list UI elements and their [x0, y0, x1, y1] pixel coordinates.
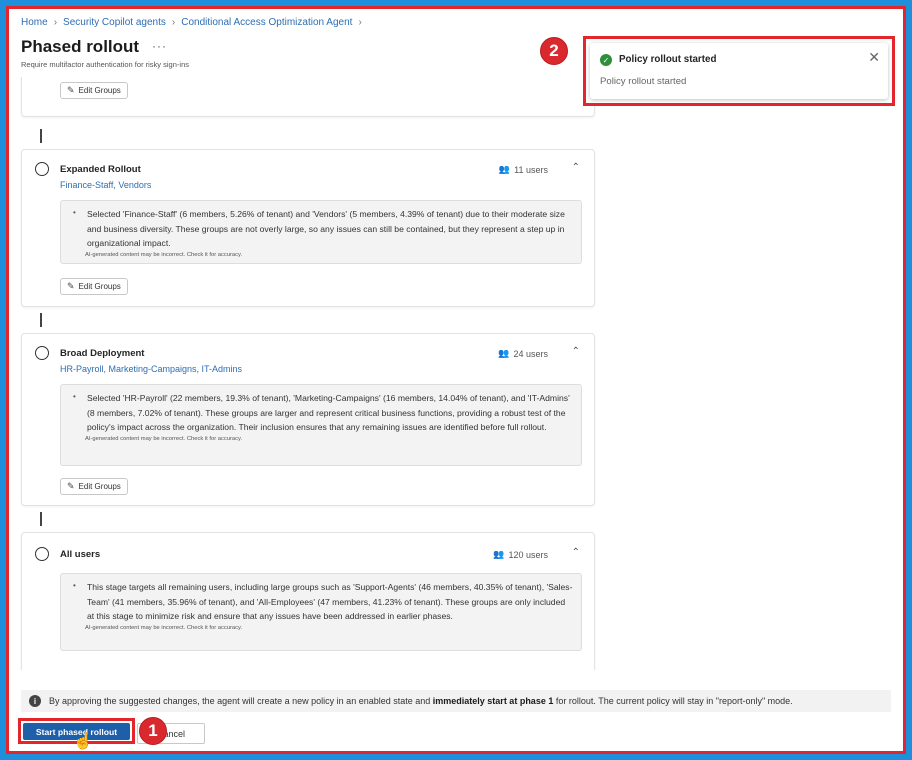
- stage-reasoning-text: Selected 'Finance-Staff' (6 members, 5.2…: [87, 209, 565, 249]
- people-icon: 👥: [498, 348, 510, 358]
- stage-user-count: 👥 24 users: [498, 348, 548, 359]
- stage-radio[interactable]: [35, 547, 49, 561]
- info-icon: i: [29, 695, 41, 707]
- bullet-icon: •: [73, 208, 76, 217]
- pencil-icon: ✎: [67, 481, 75, 491]
- edit-groups-label: Edit Groups: [78, 86, 121, 95]
- chevron-up-icon[interactable]: ⌃: [572, 162, 580, 173]
- stage-users-label: 11 users: [514, 164, 548, 175]
- stage-radio[interactable]: [35, 162, 49, 176]
- breadcrumb-ca-optimization-agent[interactable]: Conditional Access Optimization Agent: [181, 17, 352, 28]
- toast-message: Policy rollout started: [600, 76, 687, 87]
- breadcrumb-security-copilot-agents[interactable]: Security Copilot agents: [63, 17, 166, 28]
- hand-cursor-icon: ☝: [73, 733, 93, 750]
- pencil-icon: ✎: [67, 85, 75, 95]
- edit-groups-label: Edit Groups: [78, 282, 121, 291]
- chevron-up-icon[interactable]: ⌃: [572, 547, 580, 558]
- edit-groups-button[interactable]: ✎ Edit Groups: [60, 82, 128, 99]
- page-subtitle: Require multifactor authentication for r…: [21, 60, 189, 69]
- callout-badge-1: 1: [139, 717, 167, 745]
- notice-text-after: for rollout. The current policy will sta…: [555, 696, 793, 706]
- toast-highlight: ✓ Policy rollout started Policy rollout …: [583, 36, 895, 106]
- stage-user-count: 👥 11 users: [499, 164, 548, 175]
- bullet-icon: •: [73, 392, 76, 401]
- stage-title: Broad Deployment: [60, 348, 145, 359]
- stage-groups[interactable]: HR-Payroll, Marketing-Campaigns, IT-Admi…: [60, 364, 242, 374]
- pencil-icon: ✎: [67, 281, 75, 291]
- stage-groups[interactable]: Finance-Staff, Vendors: [60, 180, 151, 190]
- stages-list[interactable]: ✎ Edit Groups Expanded Rollout Finance-S…: [9, 77, 609, 670]
- edit-groups-button[interactable]: ✎ Edit Groups: [60, 278, 128, 295]
- chevron-up-icon[interactable]: ⌃: [572, 346, 580, 357]
- notice-text: By approving the suggested changes, the …: [49, 696, 793, 706]
- stage-connector: [40, 512, 42, 526]
- breadcrumb: Home › Security Copilot agents › Conditi…: [21, 17, 362, 28]
- stage-user-count: 👥 120 users: [493, 549, 548, 560]
- edit-groups-label: Edit Groups: [78, 482, 121, 491]
- people-icon: 👥: [493, 549, 505, 559]
- breadcrumb-separator: ›: [171, 17, 176, 28]
- ai-disclaimer: AI-generated content may be incorrect. C…: [85, 624, 243, 631]
- edit-groups-button[interactable]: ✎ Edit Groups: [60, 478, 128, 495]
- people-icon: 👥: [498, 164, 511, 174]
- stage-card-broad-deployment: Broad Deployment HR-Payroll, Marketing-C…: [21, 333, 595, 506]
- more-options-icon[interactable]: ···: [152, 39, 167, 53]
- notice-text-before: By approving the suggested changes, the …: [49, 696, 431, 706]
- stage-users-label: 24 users: [513, 348, 548, 359]
- stage-card-expanded-rollout: Expanded Rollout Finance-Staff, Vendors …: [21, 149, 595, 307]
- breadcrumb-separator: ›: [358, 17, 362, 28]
- breadcrumb-separator: ›: [53, 17, 58, 28]
- stage-title: All users: [60, 549, 101, 560]
- stage-reasoning: • This stage targets all remaining users…: [60, 573, 582, 651]
- ai-disclaimer: AI-generated content may be incorrect. C…: [85, 435, 243, 442]
- stage-reasoning: • Selected 'Finance-Staff' (6 members, 5…: [60, 200, 582, 264]
- page-title: Phased rollout: [21, 37, 140, 56]
- stage-connector: [40, 313, 42, 327]
- app-frame: Home › Security Copilot agents › Conditi…: [6, 6, 906, 754]
- stage-card-all-users: All users 👥 120 users ⌃ • This stage tar…: [21, 532, 595, 670]
- stage-users-label: 120 users: [508, 549, 548, 560]
- stage-radio[interactable]: [35, 346, 49, 360]
- toast-notification: ✓ Policy rollout started Policy rollout …: [590, 43, 888, 99]
- ai-disclaimer: AI-generated content may be incorrect. C…: [85, 251, 243, 258]
- stage-title: Expanded Rollout: [60, 164, 141, 175]
- stage-card-pilot: ✎ Edit Groups: [21, 77, 595, 117]
- toast-title: Policy rollout started: [619, 54, 717, 65]
- stage-reasoning-text: This stage targets all remaining users, …: [87, 582, 573, 622]
- stage-connector: [40, 129, 42, 143]
- breadcrumb-home[interactable]: Home: [21, 17, 48, 28]
- bullet-icon: •: [73, 581, 76, 590]
- stage-reasoning: • Selected 'HR-Payroll' (22 members, 19.…: [60, 384, 582, 466]
- close-icon[interactable]: ✕: [868, 49, 880, 66]
- approval-notice: i By approving the suggested changes, th…: [21, 690, 891, 712]
- callout-badge-2: 2: [540, 37, 568, 65]
- notice-text-bold: immediately start at phase 1: [432, 696, 554, 706]
- stage-reasoning-text: Selected 'HR-Payroll' (22 members, 19.3%…: [87, 393, 570, 433]
- success-check-icon: ✓: [600, 54, 612, 66]
